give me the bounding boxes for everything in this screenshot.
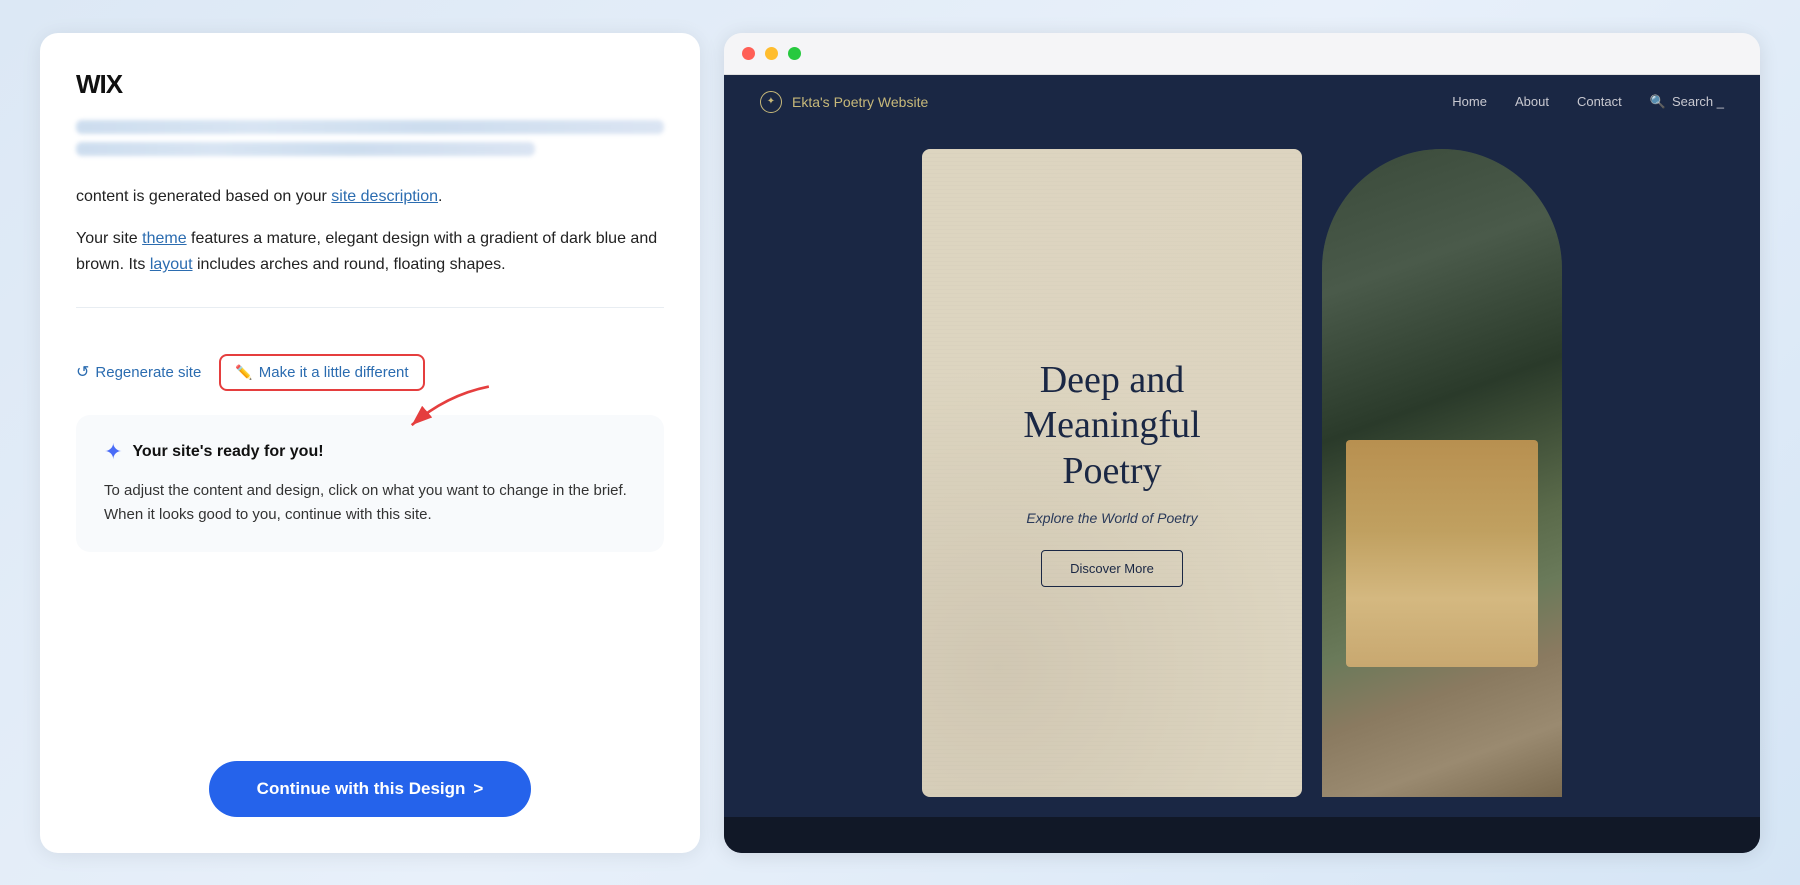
- sparkle-icon: ✦: [104, 439, 122, 465]
- browser-chrome: [724, 33, 1760, 75]
- action-area: ↺ Regenerate site ✏️ Make it a little di…: [76, 336, 664, 391]
- continue-btn-container: Continue with this Design >: [76, 721, 664, 817]
- browser-dot-yellow: [765, 47, 778, 60]
- description-paragraph-2: Your site theme features a mature, elega…: [76, 226, 664, 279]
- pencil-icon: ✏️: [235, 364, 252, 381]
- blurred-line-1: [76, 120, 664, 134]
- continue-design-button[interactable]: Continue with this Design >: [209, 761, 532, 817]
- website-footer-bar: [724, 817, 1760, 853]
- nav-link-contact[interactable]: Contact: [1577, 94, 1622, 109]
- regenerate-icon: ↺: [76, 362, 89, 382]
- nav-search[interactable]: 🔍 Search _: [1650, 94, 1724, 110]
- search-label: Search _: [1672, 94, 1724, 109]
- blurred-line-2: [76, 142, 535, 156]
- nav-link-home[interactable]: Home: [1452, 94, 1487, 109]
- glasses-left-lens: [1365, 601, 1425, 615]
- theme-link[interactable]: theme: [142, 230, 186, 247]
- regenerate-site-button[interactable]: ↺ Regenerate site: [76, 358, 201, 386]
- hero-title: Deep and Meaningful Poetry: [1023, 358, 1200, 495]
- brand-name: Ekta's Poetry Website: [792, 94, 928, 110]
- browser-dot-green: [788, 47, 801, 60]
- brand-icon: ✦: [760, 91, 782, 113]
- divider-1: [76, 307, 664, 308]
- browser-dot-red: [742, 47, 755, 60]
- ready-body-text: To adjust the content and design, click …: [104, 479, 636, 529]
- site-description-link[interactable]: site description: [331, 188, 438, 205]
- layout-link[interactable]: layout: [150, 256, 193, 273]
- main-container: WIX content is generated based on your s…: [20, 13, 1780, 873]
- discover-more-button[interactable]: Discover More: [1041, 550, 1183, 587]
- nav-brand: ✦ Ekta's Poetry Website: [760, 91, 928, 113]
- left-panel: WIX content is generated based on your s…: [40, 33, 700, 853]
- glasses-right-lens: [1459, 601, 1519, 615]
- hero-subtitle: Explore the World of Poetry: [1026, 510, 1197, 526]
- nav-links: Home About Contact 🔍 Search _: [1452, 94, 1724, 110]
- hero-center-card: Deep and Meaningful Poetry Explore the W…: [922, 149, 1302, 797]
- website-nav: ✦ Ekta's Poetry Website Home About Conta…: [724, 75, 1760, 129]
- website-hero: Deep and Meaningful Poetry Explore the W…: [724, 129, 1760, 817]
- glasses-frame: [1358, 594, 1526, 602]
- hero-right-image: [1322, 149, 1562, 797]
- hero-image-placeholder: [1322, 149, 1562, 797]
- ready-title: Your site's ready for you!: [132, 443, 323, 461]
- wix-logo: WIX: [76, 69, 664, 100]
- ready-header: ✦ Your site's ready for you!: [104, 439, 636, 465]
- right-panel: ✦ Ekta's Poetry Website Home About Conta…: [724, 33, 1760, 853]
- description-paragraph-1: content is generated based on your site …: [76, 184, 664, 210]
- website-frame: ✦ Ekta's Poetry Website Home About Conta…: [724, 75, 1760, 853]
- nav-link-about[interactable]: About: [1515, 94, 1549, 109]
- action-buttons-row: ↺ Regenerate site ✏️ Make it a little di…: [76, 354, 664, 391]
- make-different-button[interactable]: ✏️ Make it a little different: [219, 354, 424, 391]
- ready-card: ✦ Your site's ready for you! To adjust t…: [76, 415, 664, 553]
- search-icon: 🔍: [1650, 94, 1666, 110]
- mug: [1498, 497, 1533, 537]
